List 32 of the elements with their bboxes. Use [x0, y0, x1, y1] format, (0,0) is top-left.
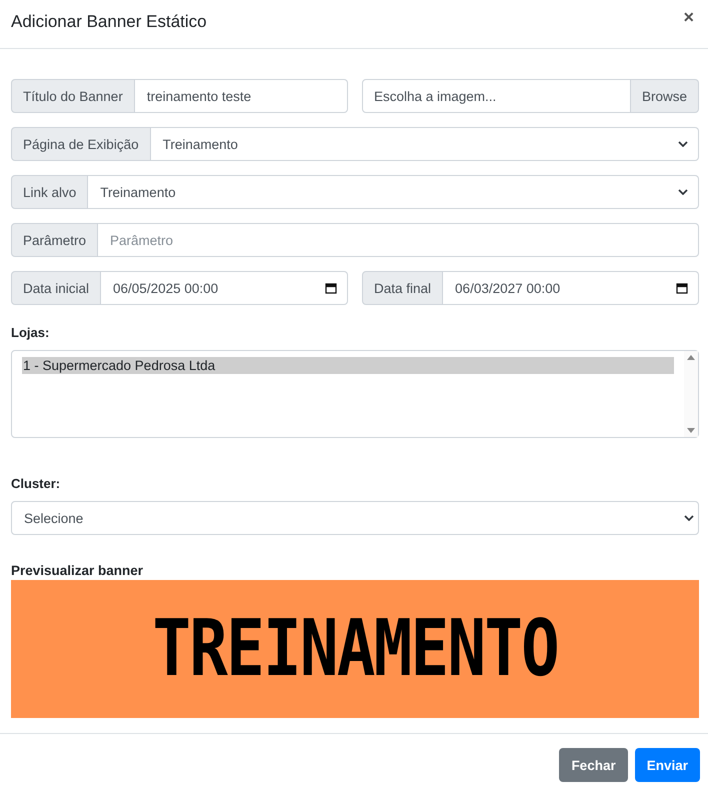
section-label: Lojas:: [11, 325, 50, 340]
section-label: Previsualizar banner: [11, 563, 144, 578]
close-button[interactable]: Fechar: [559, 748, 628, 782]
scrollbar[interactable]: [684, 351, 698, 437]
calendar-icon[interactable]: [325, 282, 337, 294]
field-label: Título do Banner: [11, 79, 135, 113]
calendar-icon[interactable]: [676, 282, 688, 294]
browse-button[interactable]: Browse: [630, 79, 699, 113]
select-field[interactable]: Treinamento: [150, 127, 699, 161]
chevron-down-icon: [678, 141, 688, 147]
chevron-down-icon: [684, 515, 694, 521]
select-field[interactable]: Treinamento: [88, 175, 699, 209]
input-field[interactable]: treinamento teste: [134, 79, 348, 113]
field-label: Link alvo: [11, 175, 88, 209]
date-field[interactable]: 06/03/2027 00:00: [443, 271, 699, 305]
field-label: Data inicial: [11, 271, 102, 305]
scroll-down-icon[interactable]: [687, 428, 695, 433]
close-button[interactable]: ×: [679, 7, 698, 28]
field-label: Data final: [362, 271, 444, 305]
submit-button[interactable]: Enviar: [634, 748, 700, 782]
scroll-up-icon[interactable]: [687, 355, 695, 360]
list-option[interactable]: 1 - Supermercado Pedrosa Ltda: [22, 357, 674, 374]
dialog-title: Adicionar Banner Estático: [11, 12, 207, 32]
list-box[interactable]: 1 - Supermercado Pedrosa Ltda: [11, 350, 699, 438]
section-label: Cluster:: [11, 476, 62, 491]
select-field[interactable]: Selecione: [11, 501, 699, 535]
field-label: Página de Exibição: [11, 127, 151, 161]
file-field[interactable]: Escolha a imagem...: [362, 79, 631, 113]
banner-text: TREINAMENTO: [152, 604, 558, 694]
chevron-down-icon: [678, 189, 688, 195]
field-label: Parâmetro: [11, 223, 98, 257]
date-field[interactable]: 06/05/2025 00:00: [101, 271, 348, 305]
